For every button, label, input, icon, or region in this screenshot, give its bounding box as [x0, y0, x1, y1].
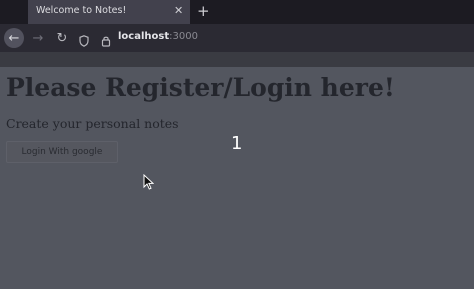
navigation-toolbar: ← → ↻ localhost:3000: [0, 24, 474, 52]
address-bar[interactable]: localhost:3000: [118, 31, 198, 42]
page-info-icon[interactable]: [101, 32, 111, 51]
url-port: :3000: [169, 31, 198, 42]
toolbar-shadow: [0, 52, 474, 67]
page-content: Please Register/Login here! Create your …: [0, 67, 474, 289]
tab-bar: Welcome to Notes! ✕ +: [0, 0, 474, 24]
mouse-pointer-icon: [143, 173, 155, 194]
back-button[interactable]: ←: [4, 28, 24, 48]
page-subtitle: Create your personal notes: [6, 116, 179, 131]
url-host: localhost: [118, 31, 170, 42]
tab-welcome-to-notes[interactable]: Welcome to Notes! ✕: [28, 0, 190, 24]
forward-button[interactable]: →: [28, 28, 48, 48]
login-with-google-button[interactable]: Login With google: [6, 141, 118, 163]
tab-title: Welcome to Notes!: [36, 5, 127, 16]
page-title: Please Register/Login here!: [6, 73, 395, 102]
shield-icon[interactable]: [79, 32, 89, 51]
new-tab-button[interactable]: +: [197, 2, 210, 20]
close-tab-icon[interactable]: ✕: [174, 4, 183, 18]
reload-button[interactable]: ↻: [52, 28, 72, 48]
overlay-label: 1: [231, 133, 243, 154]
